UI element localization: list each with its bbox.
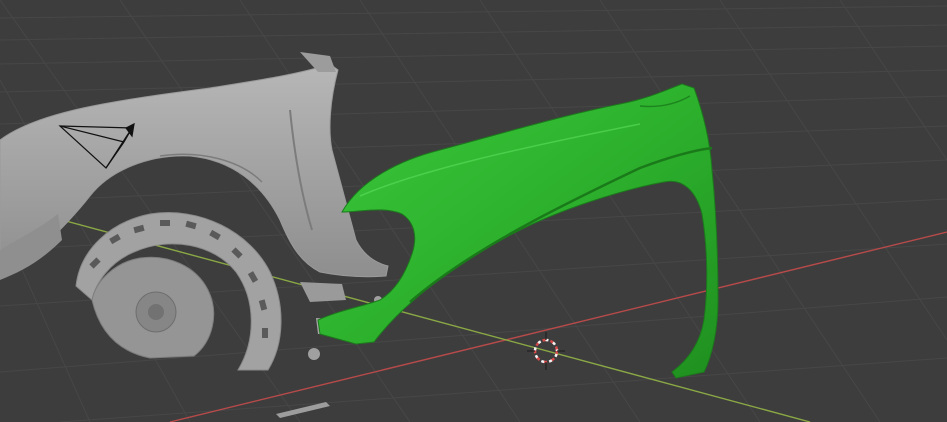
x-axis-line: [169, 231, 947, 422]
viewport-canvas[interactable]: [0, 0, 947, 422]
3d-viewport[interactable]: [0, 0, 947, 422]
fender-model[interactable]: [317, 83, 719, 379]
